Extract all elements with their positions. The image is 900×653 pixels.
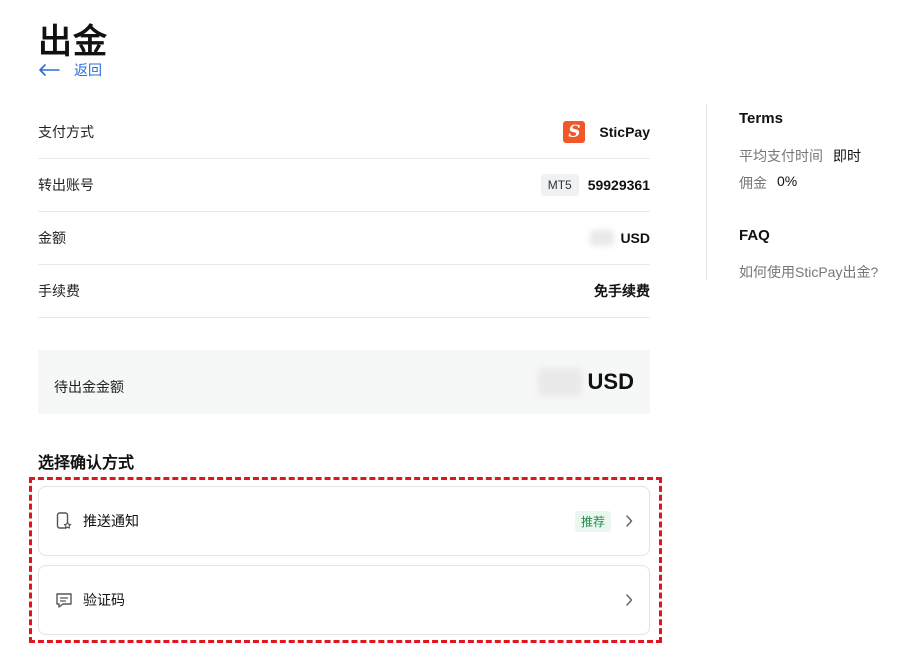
option-push-label: 推送通知: [83, 513, 139, 529]
amount-currency: USD: [620, 230, 650, 246]
arrow-left-icon: [39, 64, 60, 76]
option-verification-code[interactable]: 验证码: [38, 565, 650, 635]
fee-value: 免手续费: [594, 283, 650, 299]
row-account: 转出账号 MT5 59929361: [38, 159, 650, 212]
withdrawal-details: 支付方式 S SticPay 转出账号 MT5 59929361 金额 USD …: [38, 106, 650, 318]
chevron-right-icon: [625, 515, 633, 527]
term-commission-key: 佣金: [739, 175, 767, 191]
payment-method-value: SticPay: [599, 124, 650, 140]
faq-title: FAQ: [739, 227, 770, 244]
pending-amount-box: 待出金金额 USD: [38, 350, 650, 414]
terms-title: Terms: [739, 110, 783, 127]
phone-star-icon: [55, 511, 73, 531]
account-label: 转出账号: [38, 177, 94, 193]
term-commission: 佣金 0%: [739, 173, 797, 193]
account-number: 59929361: [587, 177, 650, 193]
option-push-notification[interactable]: 推送通知 推荐: [38, 486, 650, 556]
amount-label: 金额: [38, 230, 66, 246]
message-icon: [55, 591, 73, 609]
confirm-method-title: 选择确认方式: [38, 455, 135, 472]
option-code-label: 验证码: [83, 592, 125, 608]
sidebar-divider: [706, 104, 707, 280]
page-title: 出金: [38, 23, 108, 61]
term-commission-value: 0%: [777, 173, 798, 189]
back-link[interactable]: 返回: [38, 60, 102, 80]
recommended-badge: 推荐: [574, 510, 611, 532]
row-amount: 金额 USD: [38, 212, 650, 265]
chevron-right-icon: [625, 594, 633, 606]
fee-label: 手续费: [38, 283, 80, 299]
faq-link[interactable]: 如何使用SticPay出金?: [739, 262, 878, 282]
row-fee: 手续费 免手续费: [38, 265, 650, 318]
pending-currency: USD: [587, 369, 634, 394]
platform-badge: MT5: [540, 174, 579, 196]
back-label: 返回: [74, 62, 102, 78]
term-avg-time-key: 平均支付时间: [739, 148, 823, 164]
amount-blurred: [590, 230, 615, 246]
term-avg-time: 平均支付时间 即时: [739, 146, 861, 166]
row-payment-method: 支付方式 S SticPay: [38, 106, 650, 159]
pending-amount-blurred: [537, 368, 582, 396]
pending-label: 待出金金额: [54, 379, 124, 395]
payment-method-label: 支付方式: [38, 124, 94, 140]
sticpay-logo: S: [563, 121, 586, 143]
term-avg-time-value: 即时: [833, 148, 861, 164]
